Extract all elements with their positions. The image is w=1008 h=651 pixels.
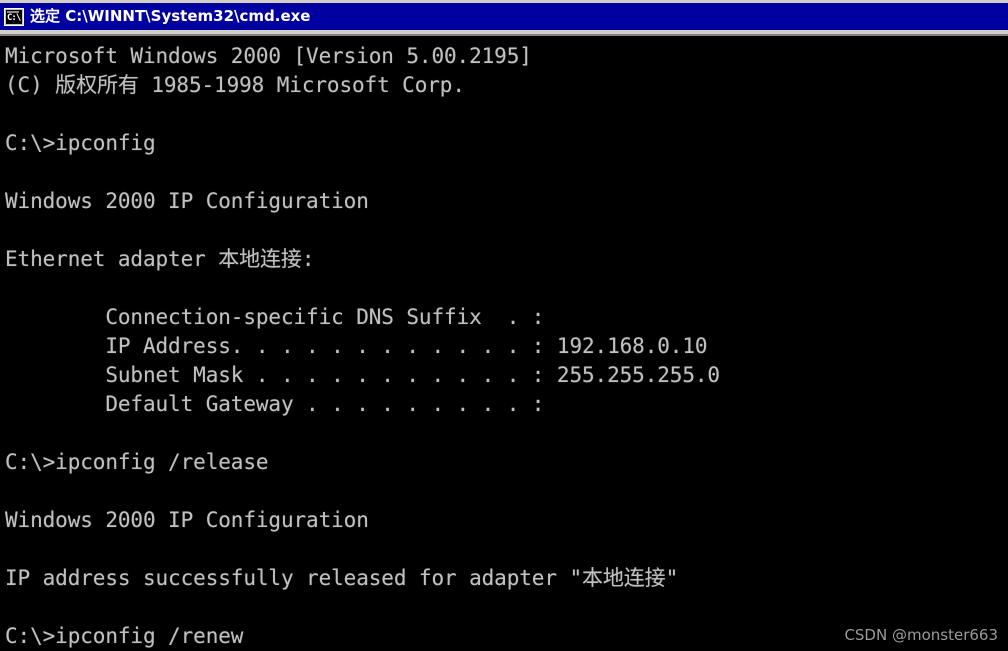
console-line-command: C:\>ipconfig [5, 131, 156, 155]
console-line-command: C:\>ipconfig /release [5, 450, 269, 474]
console-line-adapter: Ethernet adapter 本地连接: [5, 247, 315, 271]
console-line-dns-suffix: Connection-specific DNS Suffix . : [5, 305, 545, 329]
console-icon[interactable]: C:\ [4, 7, 24, 26]
console-line-default-gateway: Default Gateway . . . . . . . . . : [5, 392, 545, 416]
window-titlebar[interactable]: C:\ 选定 C:\WINNT\System32\cmd.exe [0, 3, 1008, 30]
cmd-window: C:\ 选定 C:\WINNT\System32\cmd.exe Microso… [0, 0, 1008, 651]
console-line-subnet-mask: Subnet Mask . . . . . . . . . . . : 255.… [5, 363, 720, 387]
console-client-area[interactable]: Microsoft Windows 2000 [Version 5.00.219… [0, 36, 1008, 651]
console-icon-prompt: C:\ [7, 12, 21, 23]
window-title: 选定 C:\WINNT\System32\cmd.exe [30, 7, 311, 25]
console-line-release-result: IP address successfully released for ada… [5, 566, 679, 590]
watermark: CSDN @monster663 [844, 626, 998, 644]
console-line: Windows 2000 IP Configuration [5, 508, 369, 532]
console-line: Microsoft Windows 2000 [Version 5.00.219… [5, 44, 532, 68]
console-line: Windows 2000 IP Configuration [5, 189, 369, 213]
console-line: (C) 版权所有 1985-1998 Microsoft Corp. [5, 73, 465, 97]
console-line-ip-address: IP Address. . . . . . . . . . . . : 192.… [5, 334, 708, 358]
console-output: Microsoft Windows 2000 [Version 5.00.219… [5, 42, 1005, 651]
